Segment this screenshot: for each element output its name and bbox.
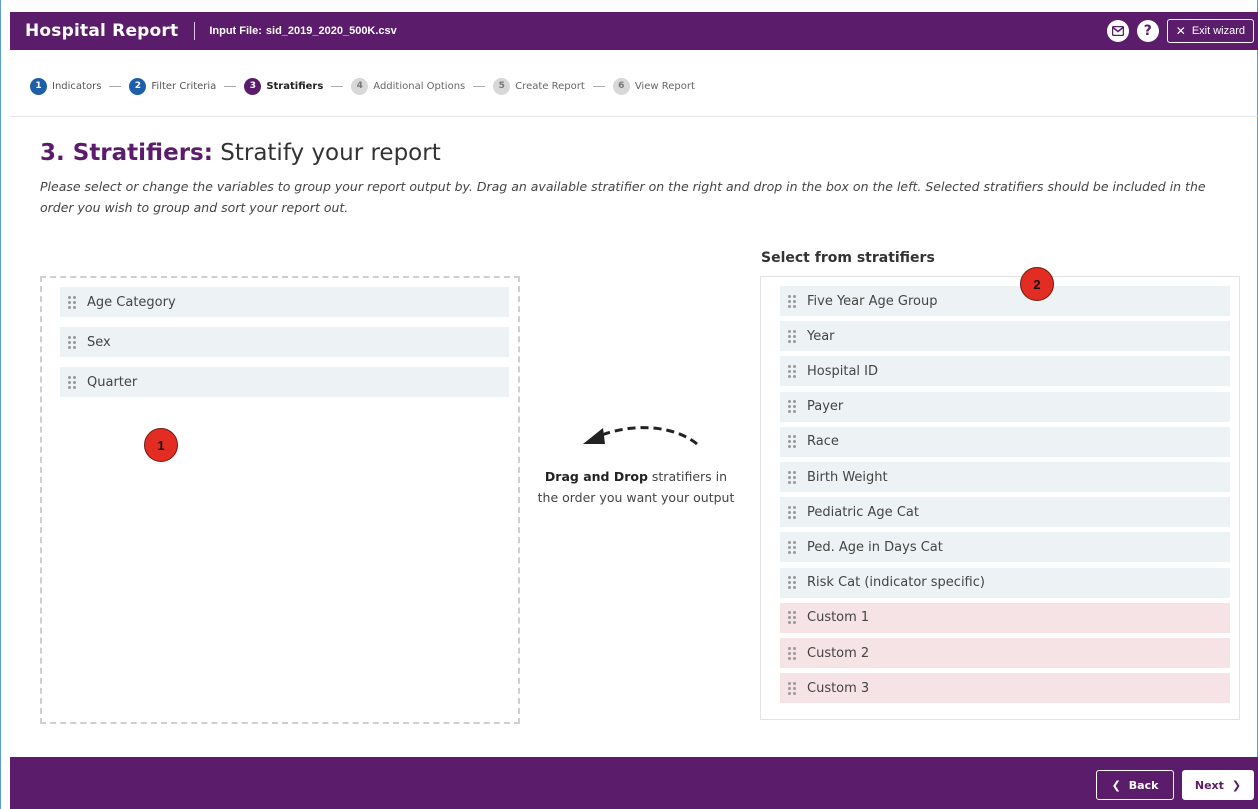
stratifier-label: Hospital ID (807, 363, 879, 379)
step-number: 6 (612, 77, 630, 95)
next-button[interactable]: Next ❯ (1182, 770, 1254, 800)
header-divider (194, 22, 196, 40)
stratifier-label: Birth Weight (807, 469, 888, 485)
available-stratifiers-title: Select from stratifiers (761, 250, 935, 266)
envelope-icon (1111, 26, 1124, 36)
page-description: Please select or change the variables to… (40, 179, 1206, 215)
step-number: 5 (493, 77, 511, 95)
stepper-divider (10, 116, 1258, 117)
drag-handle-icon[interactable] (788, 646, 798, 660)
stratifier-label: Custom 2 (807, 645, 870, 661)
annotation-badge-1: 1 (144, 428, 178, 462)
available-stratifier-item[interactable]: Hospital ID (780, 356, 1230, 387)
stratifier-label: Five Year Age Group (807, 293, 938, 309)
drag-handle-icon[interactable] (788, 400, 798, 414)
step-1[interactable]: 1 Indicators (30, 77, 102, 95)
step-label: Indicators (52, 80, 102, 92)
exit-wizard-button[interactable]: ✕ Exit wizard (1166, 19, 1254, 43)
step-number: 3 (244, 77, 262, 95)
header-actions: ? ✕ Exit wizard (1106, 19, 1254, 43)
available-stratifier-item[interactable]: Payer (780, 391, 1230, 422)
available-stratifier-item[interactable]: Custom 2 (780, 638, 1230, 668)
step-connector (592, 85, 605, 87)
step-number: 2 (129, 77, 147, 95)
drag-handle-icon[interactable] (788, 470, 798, 484)
available-stratifier-item[interactable]: Custom 3 (780, 673, 1230, 704)
step-number: 4 (351, 77, 369, 95)
back-button[interactable]: ❮ Back (1096, 770, 1174, 800)
drag-drop-instruction: Drag and Drop stratifiers in the order y… (536, 466, 736, 508)
stratifier-label: Custom 3 (807, 680, 870, 696)
wizard-stepper: 1 Indicators 2 Filter Criteria 3 Stratifiers 4… (30, 75, 695, 97)
stratifier-label: Year (807, 328, 835, 344)
step-label: View Report (634, 80, 695, 92)
chevron-left-icon: ❮ (1111, 778, 1121, 792)
stratifier-label: Risk Cat (indicator specific) (807, 575, 985, 591)
page-title-text: Stratify your report (220, 140, 441, 166)
step-connector (473, 85, 486, 87)
available-stratifier-item[interactable]: Custom 1 (780, 602, 1230, 633)
stratifier-label: Ped. Age in Days Cat (807, 539, 943, 555)
step-4[interactable]: 4 Additional Options (351, 77, 466, 95)
drag-handle-icon[interactable] (788, 576, 798, 590)
available-stratifier-item[interactable]: Five Year Age Group (780, 286, 1230, 316)
step-3[interactable]: 3 Stratifiers (244, 77, 324, 95)
help-icon[interactable]: ? (1136, 20, 1159, 42)
stratifier-label: Custom 1 (807, 610, 870, 626)
back-label: Back (1128, 778, 1159, 792)
annotation-badge-2: 2 (1020, 267, 1054, 301)
step-label: Filter Criteria (151, 80, 217, 92)
step-connector (331, 85, 344, 87)
step-label: Additional Options (373, 80, 466, 92)
mail-icon[interactable] (1106, 20, 1129, 42)
drag-handle-icon[interactable] (68, 295, 78, 309)
stratifier-label: Age Category (87, 294, 176, 310)
step-label: Stratifiers (266, 80, 324, 92)
step-connector (109, 85, 122, 87)
page-title-step: 3. Stratifiers: (40, 140, 213, 166)
curved-arrow-icon (583, 426, 698, 446)
drag-handle-icon[interactable] (788, 681, 798, 695)
step-2[interactable]: 2 Filter Criteria (129, 77, 217, 95)
available-stratifier-item[interactable]: Year (780, 321, 1230, 352)
stratifier-label: Sex (87, 334, 111, 350)
drag-handle-icon[interactable] (68, 375, 78, 389)
selected-stratifier-item[interactable]: Sex (60, 327, 509, 357)
step-connector (224, 85, 237, 87)
input-file-label: Input File: (209, 25, 262, 37)
selected-stratifier-item[interactable]: Age Category (60, 287, 509, 317)
available-stratifier-item[interactable]: Race (780, 426, 1230, 457)
close-icon: ✕ (1175, 24, 1186, 38)
next-label: Next (1194, 778, 1224, 792)
stratifier-label: Pediatric Age Cat (807, 504, 919, 520)
step-6[interactable]: 6 View Report (612, 77, 695, 95)
available-stratifier-item[interactable]: Pediatric Age Cat (780, 497, 1230, 528)
stratifier-label: Race (807, 434, 839, 450)
step-label: Create Report (515, 80, 585, 92)
drag-handle-icon[interactable] (788, 329, 798, 343)
chevron-right-icon: ❯ (1231, 778, 1242, 792)
step-number: 1 (30, 77, 47, 95)
drag-handle-icon[interactable] (788, 435, 798, 449)
drag-handle-icon[interactable] (788, 611, 798, 625)
available-stratifier-item[interactable]: Birth Weight (780, 462, 1230, 492)
app-header: Hospital Report Input File: sid_2019_202… (10, 12, 1258, 50)
drag-handle-icon[interactable] (788, 540, 798, 554)
available-stratifier-item[interactable]: Risk Cat (indicator specific) (780, 567, 1230, 598)
drag-handle-icon[interactable] (788, 294, 798, 308)
drag-drop-bold: Drag and Drop (544, 469, 648, 484)
step-5[interactable]: 5 Create Report (493, 77, 585, 95)
stratifier-label: Payer (807, 399, 844, 415)
app-title: Hospital Report (25, 21, 179, 41)
selected-stratifier-item[interactable]: Quarter (60, 367, 509, 397)
wizard-footer (10, 757, 1258, 809)
drag-handle-icon[interactable] (68, 335, 78, 349)
stratifier-label: Quarter (87, 374, 138, 390)
input-file-value: sid_2019_2020_500K.csv (265, 25, 397, 37)
drag-handle-icon[interactable] (788, 364, 798, 378)
page-title: 3. Stratifiers: Stratify your report (40, 140, 441, 166)
drag-handle-icon[interactable] (788, 505, 798, 519)
exit-wizard-label: Exit wizard (1191, 25, 1245, 37)
available-stratifier-item[interactable]: Ped. Age in Days Cat (780, 532, 1230, 563)
